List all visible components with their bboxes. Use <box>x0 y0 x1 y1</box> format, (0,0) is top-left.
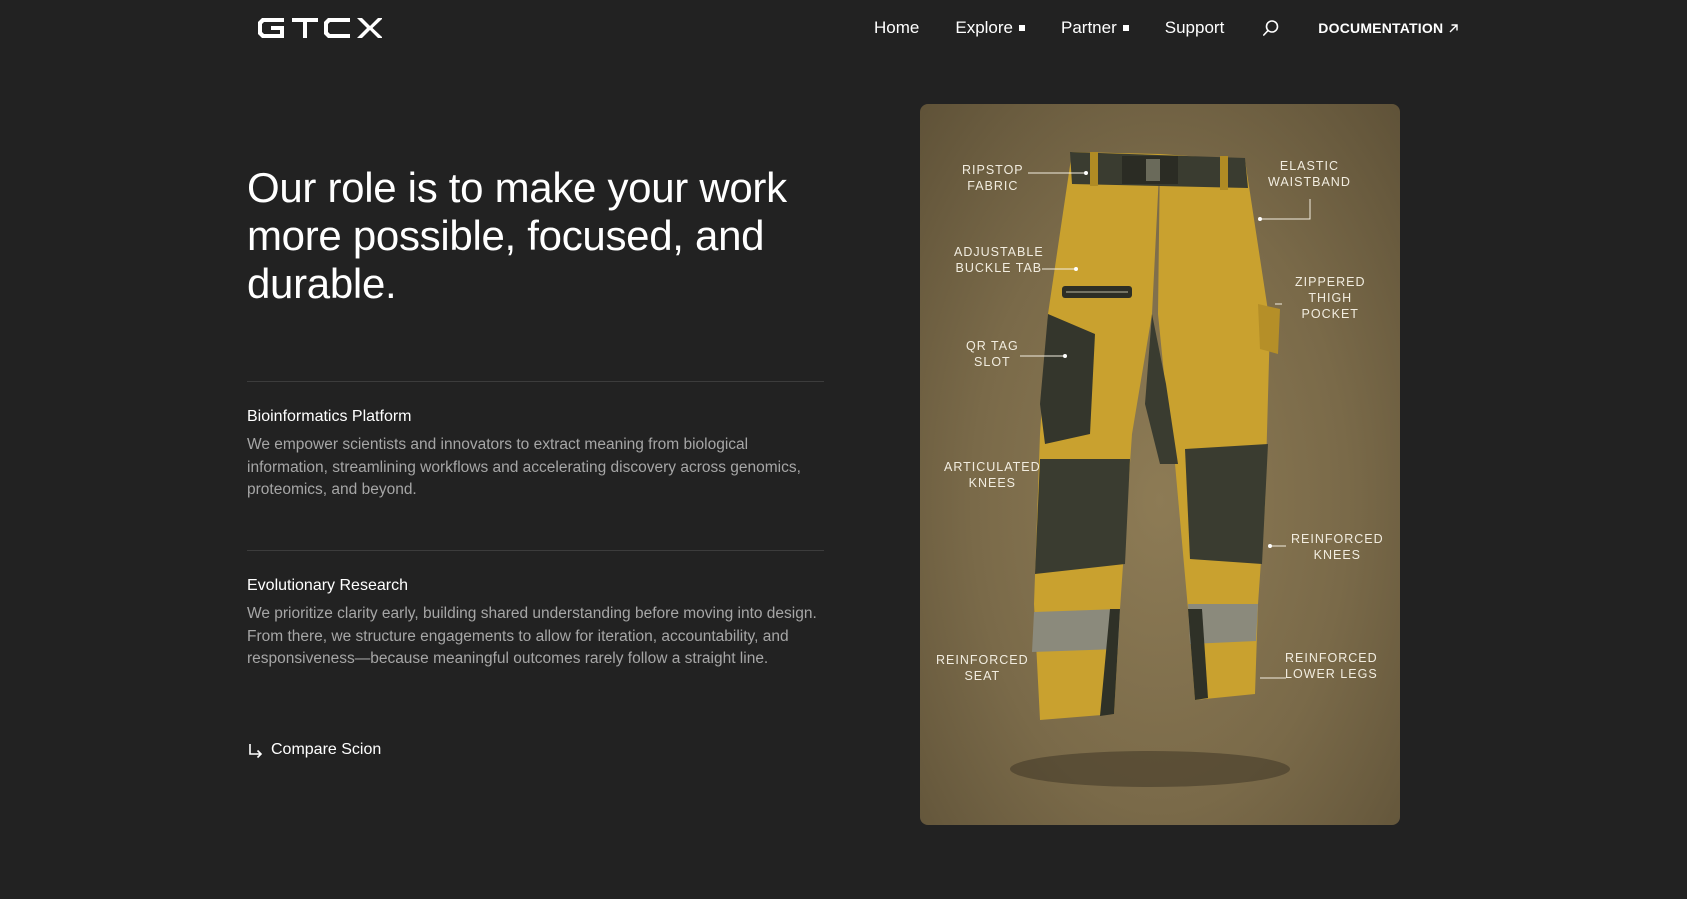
nav-explore-label: Explore <box>955 18 1013 37</box>
nav-explore[interactable]: Explore <box>955 18 1025 38</box>
hero-headline: Our role is to make your work more possi… <box>247 164 787 307</box>
nav-partner[interactable]: Partner <box>1061 18 1129 38</box>
nav-home-label: Home <box>874 18 920 37</box>
callout-reinforced-seat: REINFORCED SEAT <box>936 653 1029 683</box>
feature-title-bioinformatics: Bioinformatics Platform <box>247 408 412 425</box>
nav-home[interactable]: Home <box>874 18 919 38</box>
documentation-label: DOCUMENTATION <box>1318 20 1444 36</box>
callout-articulated-knees: ARTICULATED KNEES <box>944 460 1041 490</box>
compare-scion-label: Compare Scion <box>271 741 382 758</box>
callout-reinforced-knees: REINFORCED KNEES <box>1291 532 1384 562</box>
callout-qr-tag-slot: QR TAG SLOT <box>966 339 1019 369</box>
nav-partner-label: Partner <box>1061 18 1117 37</box>
return-arrow-icon <box>249 743 263 758</box>
menu-square-icon <box>1122 25 1129 31</box>
gtcx-logo[interactable] <box>258 16 382 40</box>
callout-adjustable-buckle-tab: ADJUSTABLE BUCKLE TAB <box>954 245 1044 275</box>
feature-title-evolutionary: Evolutionary Research <box>247 577 408 594</box>
callout-elastic-waistband: ELASTIC WAISTBAND <box>1268 159 1351 189</box>
divider <box>247 381 824 382</box>
callout-ripstop-fabric: RIPSTOP FABRIC <box>962 163 1024 193</box>
nav-support-label: Support <box>1164 18 1225 37</box>
menu-square-icon <box>1019 25 1025 31</box>
callout-reinforced-lower-legs: REINFORCED LOWER LEGS <box>1285 651 1378 681</box>
divider <box>247 550 824 551</box>
documentation-link[interactable]: DOCUMENTATION <box>1318 20 1459 36</box>
callout-zippered-thigh-pocket: ZIPPERED THIGH POCKET <box>1295 275 1366 321</box>
compare-scion-link[interactable]: Compare Scion <box>247 741 381 759</box>
main-nav: Home Explore Partner Support DOCUMENTATI… <box>874 17 1459 39</box>
search-icon[interactable] <box>1262 19 1280 37</box>
product-image-card: RIPSTOP FABRIC ELASTIC WAISTBAND ADJUSTA… <box>920 104 1400 825</box>
nav-support[interactable]: Support <box>1165 18 1225 38</box>
arrow-up-right-icon <box>1449 23 1458 32</box>
feature-body-evolutionary: We prioritize clarity early, building sh… <box>247 605 817 667</box>
page: Home Explore Partner Support DOCUMENTATI… <box>0 0 1687 899</box>
feature-body-bioinformatics: We empower scientists and innovators to … <box>247 436 801 498</box>
